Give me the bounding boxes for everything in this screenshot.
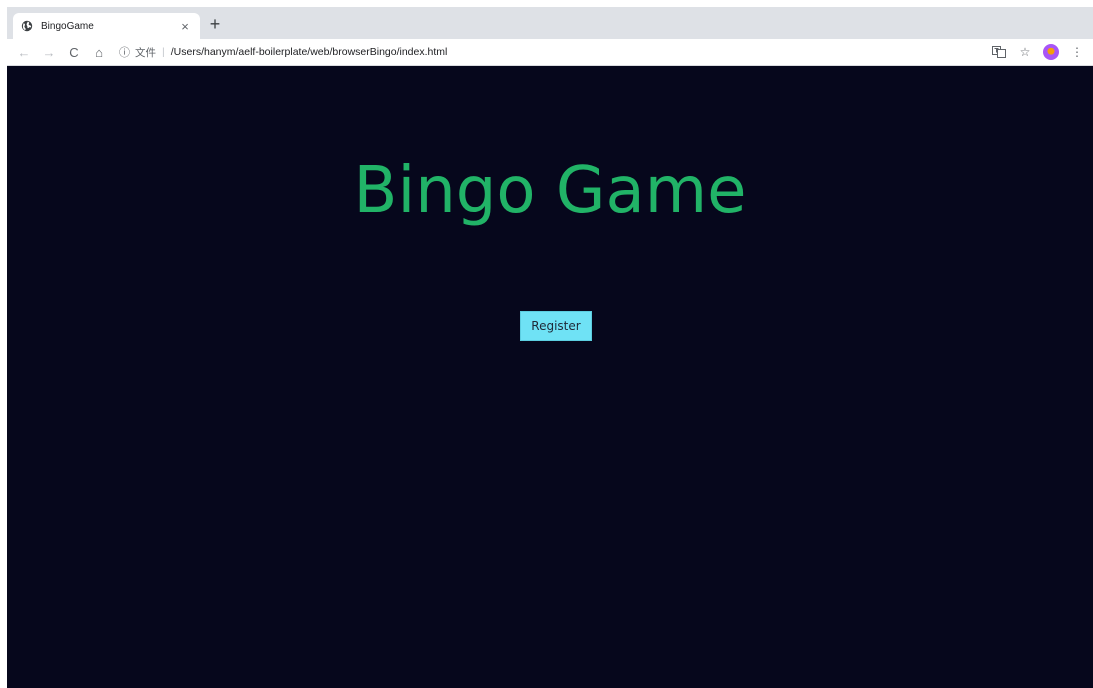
- globe-icon: [21, 20, 33, 32]
- browser-window: BingoGame × + ← → C ⌂ ⓘ 文件 | /Users/hany…: [7, 7, 1093, 688]
- address-bar[interactable]: ⓘ 文件 | /Users/hanym/aelf-boilerplate/web…: [119, 41, 991, 63]
- home-button[interactable]: ⌂: [88, 41, 110, 63]
- browser-toolbar: ← → C ⌂ ⓘ 文件 | /Users/hanym/aelf-boilerp…: [7, 39, 1093, 66]
- translate-icon[interactable]: [991, 44, 1007, 60]
- address-scheme-label: 文件: [135, 46, 156, 59]
- forward-button[interactable]: →: [38, 41, 60, 63]
- address-separator: |: [162, 46, 165, 58]
- bookmark-star-icon[interactable]: ☆: [1017, 44, 1033, 60]
- address-url[interactable]: /Users/hanym/aelf-boilerplate/web/browse…: [171, 46, 448, 58]
- new-tab-button[interactable]: +: [206, 15, 224, 33]
- register-button[interactable]: Register: [520, 311, 592, 341]
- back-button[interactable]: ←: [13, 41, 35, 63]
- page-title: Bingo Game: [353, 154, 747, 228]
- toolbar-actions: ☆ ⋮: [991, 44, 1085, 60]
- tab-bingogame[interactable]: BingoGame ×: [13, 13, 200, 39]
- reload-button[interactable]: C: [63, 41, 85, 63]
- tab-strip: BingoGame × +: [7, 7, 1093, 39]
- page-content: Bingo Game Register: [7, 66, 1093, 688]
- close-icon[interactable]: ×: [178, 20, 192, 33]
- info-icon[interactable]: ⓘ: [119, 44, 130, 60]
- menu-icon[interactable]: ⋮: [1069, 44, 1085, 60]
- profile-avatar[interactable]: [1043, 44, 1059, 60]
- tab-title: BingoGame: [41, 20, 94, 32]
